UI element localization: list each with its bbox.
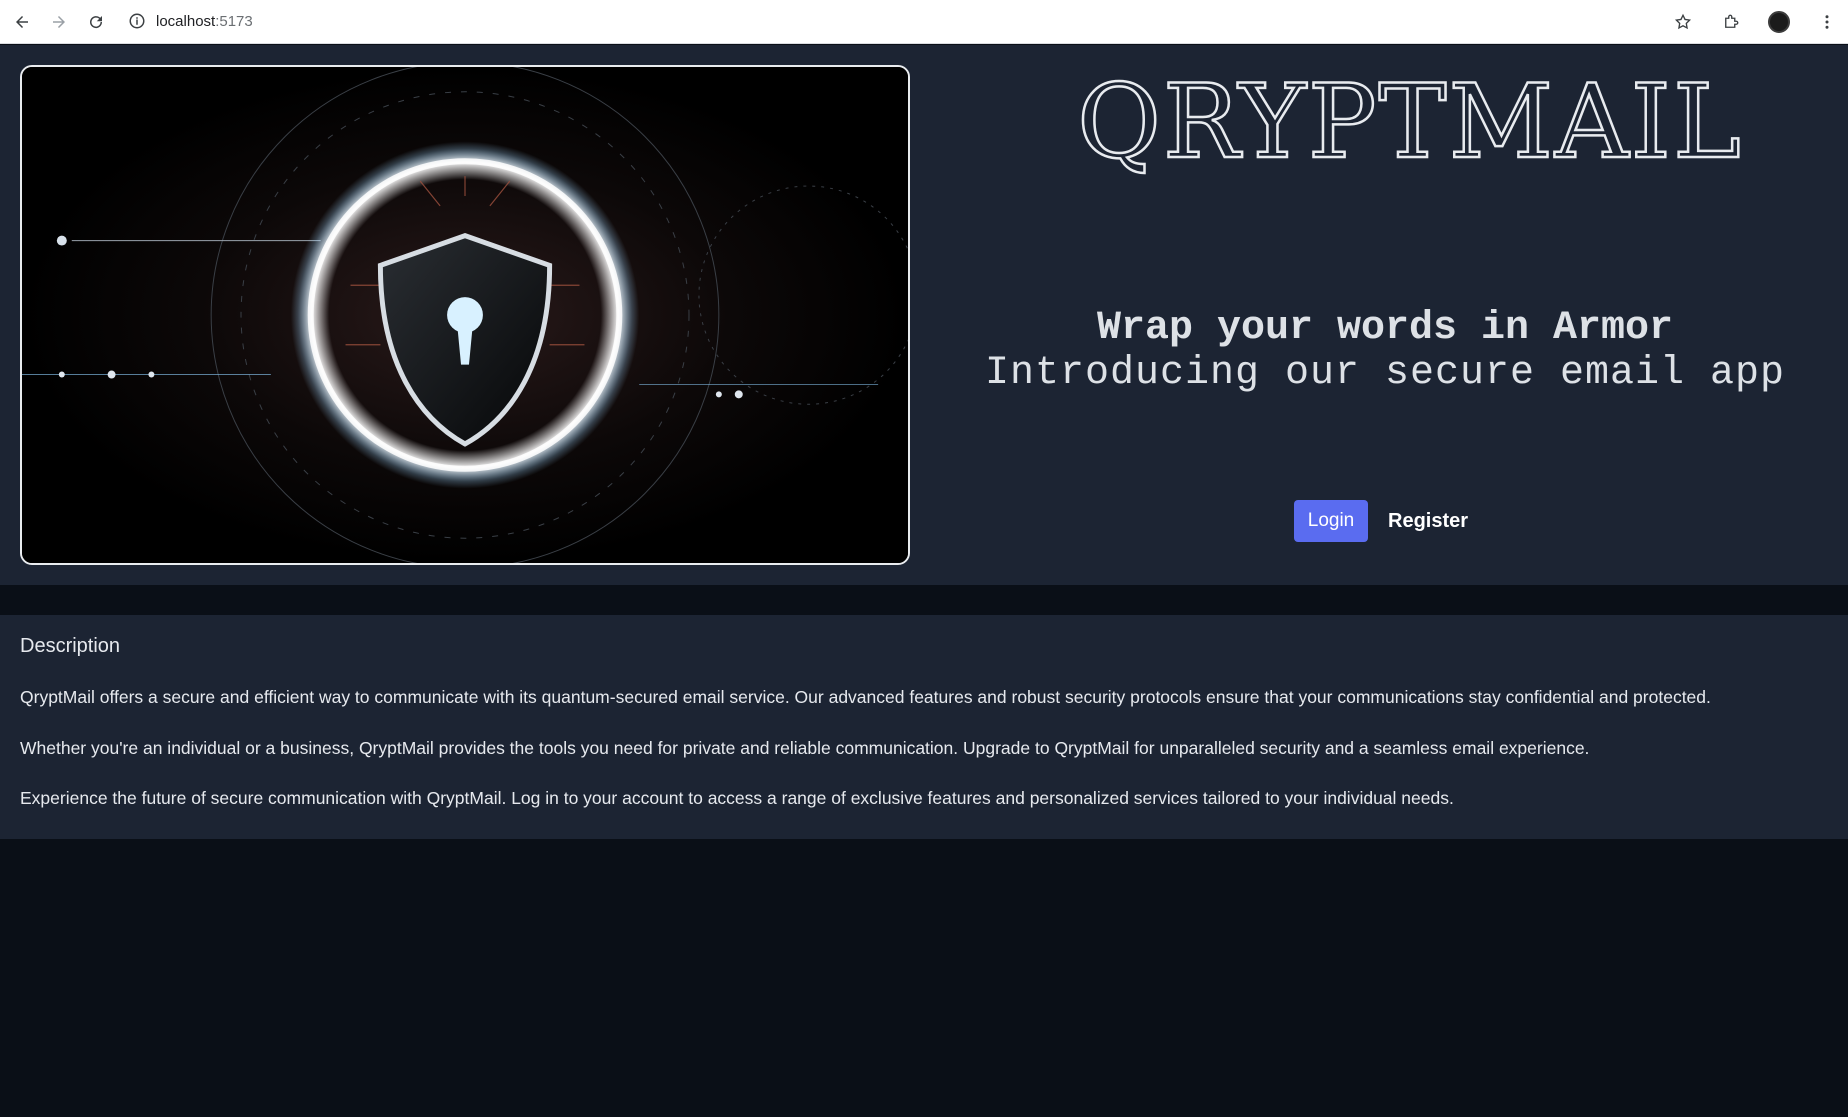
description-title: Description <box>20 635 121 657</box>
security-shield-illustration <box>22 67 908 563</box>
puzzle-icon <box>1725 14 1739 28</box>
description-section: Description QryptMail offers a secure an… <box>0 615 1848 839</box>
brand-logo-text: QRYPTMAIL <box>1076 62 1743 184</box>
browser-actions <box>1668 0 1848 44</box>
description-paragraph: Experience the future of secure communic… <box>20 788 1454 808</box>
url-text: localhost:5173 <box>156 13 253 30</box>
star-icon <box>1674 13 1692 30</box>
address-bar[interactable]: localhost:5173 <box>118 5 1708 37</box>
url-host: localhost <box>156 12 216 30</box>
reload-icon <box>90 15 103 28</box>
arrow-right-icon <box>53 15 65 28</box>
menu-button[interactable] <box>1812 7 1842 37</box>
kebab-menu-icon <box>1825 15 1829 29</box>
info-icon <box>129 13 145 29</box>
forward-button[interactable] <box>44 7 74 37</box>
register-link[interactable]: Register <box>1388 510 1468 533</box>
url-port: :5173 <box>215 12 253 30</box>
auth-actions: Login Register <box>1294 500 1468 542</box>
browser-toolbar: localhost:5173 <box>0 0 1848 44</box>
tagline: Wrap your words in Armor Introducing our… <box>960 307 1810 397</box>
login-button[interactable]: Login <box>1294 500 1368 542</box>
arrow-left-icon <box>16 15 28 28</box>
tagline-primary: Wrap your words in Armor <box>1096 306 1674 351</box>
description-paragraph: Whether you're an individual or a busine… <box>20 738 1590 758</box>
hero-section: QRYPTMAIL Wrap your words in Armor Intro… <box>0 45 1848 585</box>
hero-image <box>20 65 910 565</box>
tagline-secondary: Introducing our secure email app <box>984 351 1786 396</box>
profile-button[interactable] <box>1764 7 1794 37</box>
extensions-button[interactable] <box>1716 7 1746 37</box>
avatar <box>1768 11 1790 33</box>
back-button[interactable] <box>7 7 37 37</box>
bookmark-button[interactable] <box>1668 7 1698 37</box>
reload-button[interactable] <box>81 7 111 37</box>
description-paragraph: QryptMail offers a secure and efficient … <box>20 687 1711 707</box>
